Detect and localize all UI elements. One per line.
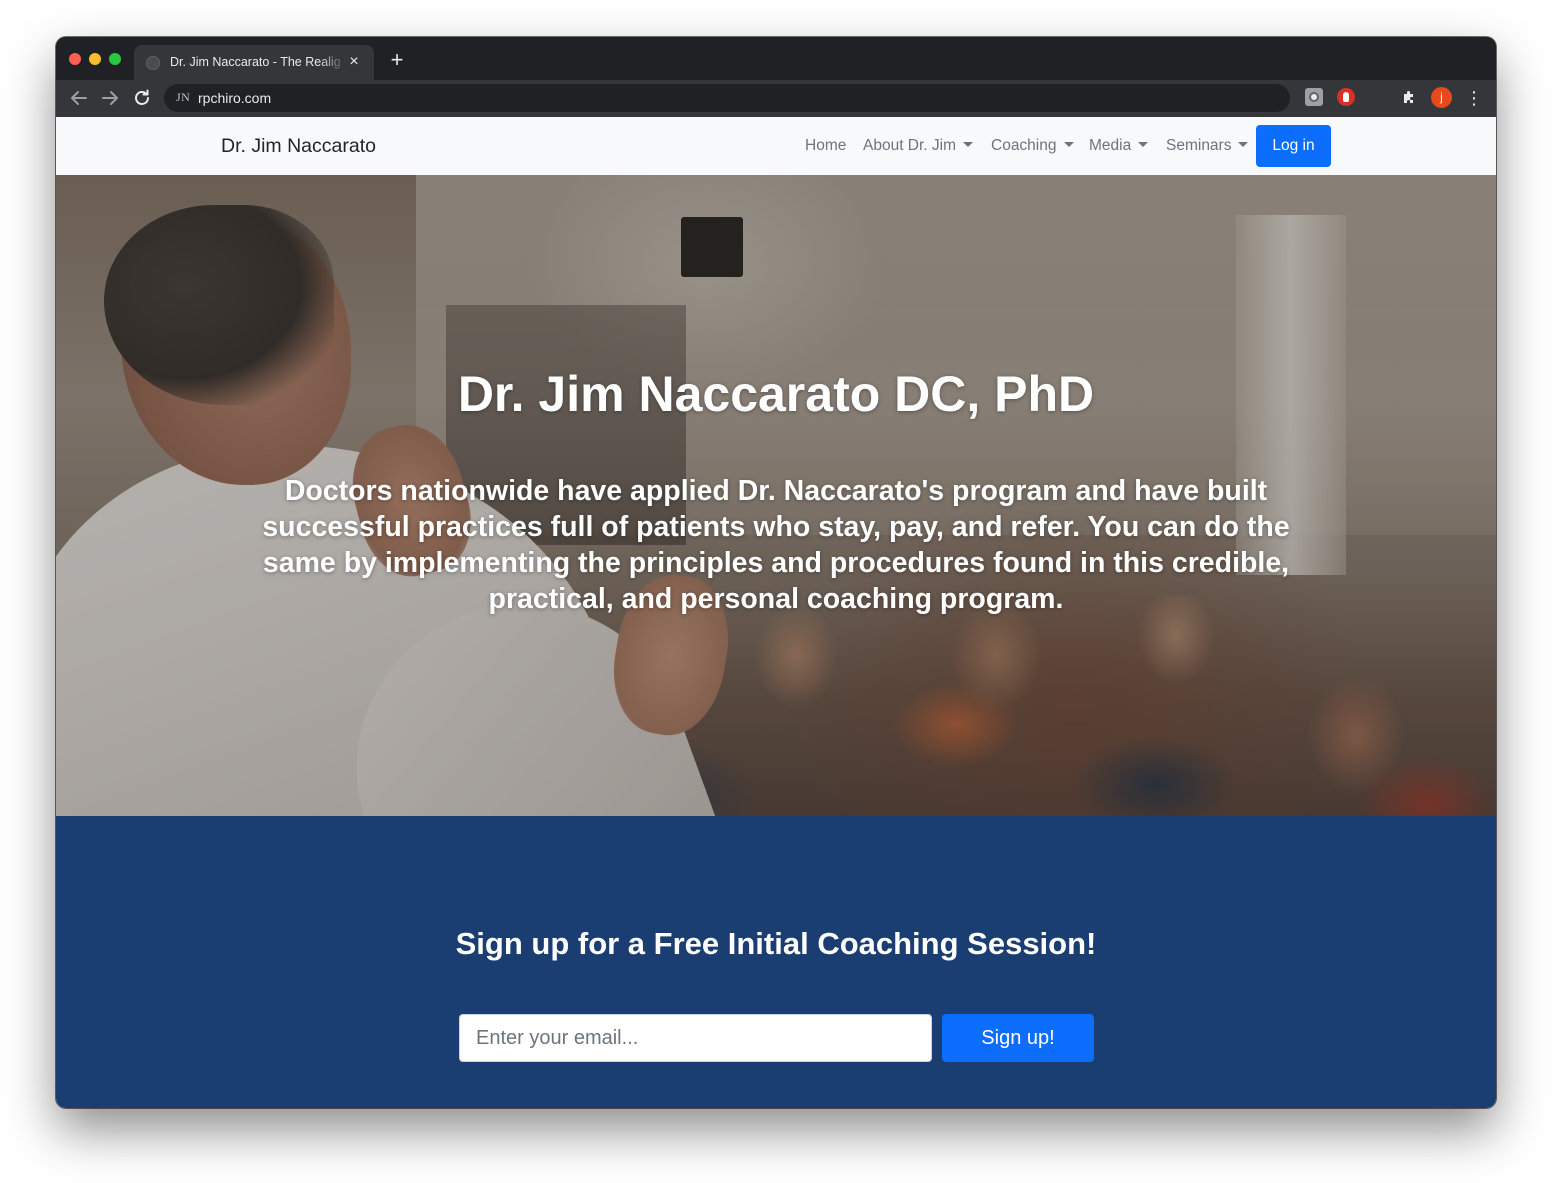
extension-hand-icon[interactable]	[1337, 88, 1355, 106]
site-favicon-icon: JN	[176, 90, 191, 104]
nav-media-label: Media	[1089, 137, 1132, 154]
nav-about-dropdown[interactable]: About Dr. Jim	[863, 137, 974, 155]
address-bar[interactable]: JN rpchiro.com	[164, 84, 1290, 112]
back-arrow-icon[interactable]	[68, 87, 90, 109]
caret-down-icon	[1063, 142, 1074, 147]
signup-button[interactable]: Sign up!	[942, 1014, 1094, 1062]
nav-seminars-label: Seminars	[1166, 137, 1232, 154]
browser-toolbar: JN rpchiro.com j ⋮	[56, 80, 1496, 117]
minimize-window-button[interactable]	[89, 53, 101, 65]
nav-media-dropdown[interactable]: Media	[1089, 137, 1149, 155]
globe-icon	[146, 56, 160, 70]
caret-down-icon	[1238, 142, 1249, 147]
maximize-window-button[interactable]	[109, 53, 121, 65]
nav-about-label: About Dr. Jim	[863, 137, 957, 154]
nav-home[interactable]: Home	[805, 137, 846, 155]
puzzle-icon[interactable]	[1401, 88, 1419, 106]
browser-titlebar: Dr. Jim Naccarato - The Realig × +	[56, 37, 1496, 80]
profile-avatar[interactable]: j	[1431, 87, 1452, 108]
tab-title-fade	[319, 51, 347, 73]
new-tab-button[interactable]: +	[386, 49, 408, 71]
signup-section: Sign up for a Free Initial Coaching Sess…	[56, 816, 1496, 1108]
close-tab-icon[interactable]: ×	[344, 52, 364, 72]
nav-seminars-dropdown[interactable]: Seminars	[1166, 137, 1249, 155]
site-navbar: Dr. Jim Naccarato Home About Dr. Jim Coa…	[56, 117, 1496, 175]
forward-arrow-icon[interactable]	[99, 87, 121, 109]
nav-home-label: Home	[805, 137, 847, 154]
close-window-button[interactable]	[69, 53, 81, 65]
url-text[interactable]: rpchiro.com	[198, 90, 271, 106]
caret-down-icon	[963, 142, 974, 147]
hero-lead: Doctors nationwide have applied Dr. Nacc…	[262, 475, 1290, 615]
browser-tab[interactable]: Dr. Jim Naccarato - The Realig ×	[134, 45, 374, 80]
site-brand[interactable]: Dr. Jim Naccarato	[221, 135, 376, 158]
nav-coaching-dropdown[interactable]: Coaching	[991, 137, 1074, 155]
caret-down-icon	[1138, 142, 1149, 147]
browser-window: Dr. Jim Naccarato - The Realig × + JN rp…	[56, 37, 1496, 1108]
signup-title: Sign up for a Free Initial Coaching Sess…	[455, 926, 1097, 961]
web-page: Dr. Jim Naccarato Home About Dr. Jim Coa…	[56, 117, 1496, 1108]
more-menu-icon[interactable]: ⋮	[1465, 87, 1483, 109]
email-field[interactable]	[459, 1014, 932, 1062]
hero-section: Dr. Jim Naccarato DC, PhD Doctors nation…	[56, 175, 1496, 816]
hero-title: Dr. Jim Naccarato DC, PhD	[457, 366, 1095, 422]
nav-coaching-label: Coaching	[991, 137, 1057, 154]
login-button[interactable]: Log in	[1256, 125, 1331, 167]
extension-camera-icon[interactable]	[1305, 88, 1323, 106]
reload-icon[interactable]	[131, 87, 153, 109]
